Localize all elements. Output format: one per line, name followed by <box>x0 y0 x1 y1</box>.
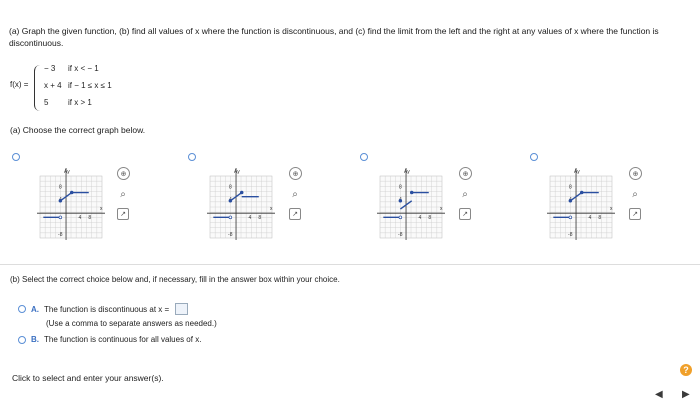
graph-choice-4[interactable]: Ayx8448-8 <box>546 164 620 244</box>
graph-tick-label: -8 <box>398 232 403 238</box>
graph-tick-label: 8 <box>59 184 62 190</box>
graph-3-tools: ⊕ ⌕ ↗ <box>459 167 473 228</box>
graph-choice-4-radio[interactable] <box>530 153 538 161</box>
function-label: f(x) = <box>10 80 29 89</box>
external-link-icon[interactable]: ↗ <box>459 208 471 220</box>
help-icon[interactable]: ? <box>680 364 692 376</box>
option-b[interactable]: B. The function is continuous for all va… <box>18 335 201 344</box>
footer-instruction: Click to select and enter your answer(s)… <box>12 373 164 383</box>
graph-choice-3-radio[interactable] <box>360 153 368 161</box>
option-b-letter: B. <box>31 335 39 344</box>
graph-1-tools: ⊕ ⌕ ↗ <box>117 167 131 228</box>
case-1: − 3 if x < − 1 <box>44 64 99 73</box>
graph-point <box>409 190 414 195</box>
graph-point <box>579 190 584 195</box>
graph-tick-label: 8 <box>229 184 232 190</box>
external-link-icon[interactable]: ↗ <box>629 208 641 220</box>
zoom-in-icon[interactable]: ⊕ <box>289 167 302 180</box>
graph-tick-label: -8 <box>568 232 573 238</box>
graph-tick-label: Ay <box>574 169 580 175</box>
section-divider <box>0 264 700 265</box>
graph-tick-label: 8 <box>258 215 261 221</box>
graph-tick-label: 8 <box>428 215 431 221</box>
part-a-label: (a) Choose the correct graph below. <box>10 125 146 135</box>
graph-tick-label: 4 <box>418 215 421 221</box>
zoom-in-icon[interactable]: ⊕ <box>459 167 472 180</box>
graph-tick-label: -8 <box>228 232 233 238</box>
graph-choice-2-radio[interactable] <box>188 153 196 161</box>
answer-input-box[interactable] <box>175 303 189 315</box>
zoom-out-icon[interactable]: ⌕ <box>289 188 301 200</box>
zoom-in-icon[interactable]: ⊕ <box>629 167 642 180</box>
zoom-out-icon[interactable]: ⌕ <box>629 188 641 200</box>
case-3: 5 if x > 1 <box>44 98 92 107</box>
graph-point <box>58 215 63 220</box>
option-b-radio[interactable] <box>18 335 26 344</box>
graph-tick-label: 4 <box>248 215 251 221</box>
graph-tick-label: x <box>440 206 443 212</box>
question-prompt: (a) Graph the given function, (b) find a… <box>9 26 659 48</box>
graph-point <box>398 199 403 203</box>
graph-tick-label: Ay <box>234 169 240 175</box>
graph-point <box>228 199 233 203</box>
graph-tick-label: Ay <box>404 169 410 175</box>
case-2: x + 4 if − 1 ≤ x ≤ 1 <box>44 81 112 90</box>
next-arrow-icon[interactable]: ▶ <box>682 389 690 400</box>
graph-choice-2[interactable]: Ayx8448-8 <box>206 164 280 244</box>
graph-point <box>239 190 244 195</box>
graph-tick-label: 8 <box>88 215 91 221</box>
option-a-radio[interactable] <box>18 305 26 313</box>
part-b-label: (b) Select the correct choice below and,… <box>10 275 340 284</box>
prev-arrow-icon[interactable]: ◀ <box>655 389 663 400</box>
graph-2-tools: ⊕ ⌕ ↗ <box>289 167 303 228</box>
graph-choice-1[interactable]: Ayx8448-8 <box>36 164 110 244</box>
graph-choice-3[interactable]: Ayx8448-8 <box>376 164 450 244</box>
graph-tick-label: Ay <box>64 169 70 175</box>
graph-tick-label: -8 <box>58 232 63 238</box>
graph-point <box>228 215 233 220</box>
piecewise-function: f(x) = − 3 if x < − 1 x + 4 if − 1 ≤ x ≤ 1… <box>10 62 210 112</box>
graph-tick-label: 8 <box>399 184 402 190</box>
graph-point <box>568 199 573 203</box>
zoom-out-icon[interactable]: ⌕ <box>117 188 129 200</box>
option-a-letter: A. <box>31 304 39 314</box>
graph-tick-label: x <box>270 206 273 212</box>
graph-point <box>568 215 573 220</box>
option-a[interactable]: A. The function is discontinuous at x = <box>18 303 189 315</box>
option-a-note: (Use a comma to separate answers as need… <box>46 319 217 328</box>
option-a-text: The function is discontinuous at x = <box>44 304 170 314</box>
graph-tick-label: 8 <box>569 184 572 190</box>
external-link-icon[interactable]: ↗ <box>289 208 301 220</box>
option-b-text: The function is continuous for all value… <box>44 335 202 344</box>
graph-tick-label: 4 <box>588 215 591 221</box>
external-link-icon[interactable]: ↗ <box>117 208 129 220</box>
top-bar <box>0 0 700 18</box>
graph-tick-label: 4 <box>78 215 81 221</box>
graph-4-tools: ⊕ ⌕ ↗ <box>629 167 643 228</box>
graph-tick-label: 8 <box>598 215 601 221</box>
graph-tick-label: x <box>610 206 613 212</box>
graph-point <box>58 199 63 203</box>
graph-tick-label: x <box>100 206 103 212</box>
zoom-out-icon[interactable]: ⌕ <box>459 188 471 200</box>
graph-point <box>69 190 74 195</box>
graph-choice-1-radio[interactable] <box>12 153 20 161</box>
graph-point <box>398 215 403 220</box>
zoom-in-icon[interactable]: ⊕ <box>117 167 130 180</box>
